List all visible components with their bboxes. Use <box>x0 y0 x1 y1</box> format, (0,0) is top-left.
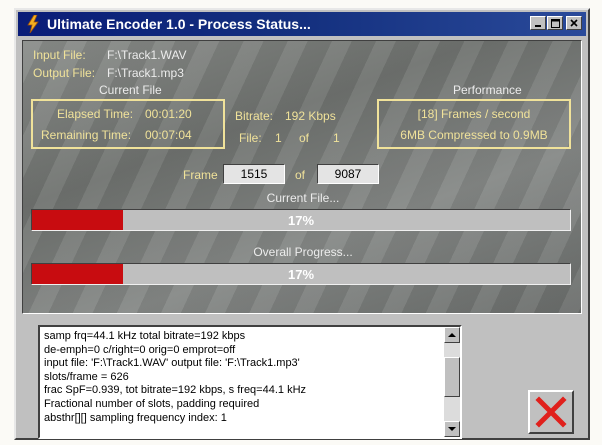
log-line: input file: 'F:\Track1.WAV' output file:… <box>44 357 300 370</box>
input-file-value: F:\Track1.WAV <box>107 48 187 62</box>
encoder-log[interactable]: samp frq=44.1 kHz total bitrate=192 kbps… <box>38 325 462 439</box>
current-file-progress-text: 17% <box>287 212 315 228</box>
window-close-button[interactable] <box>566 16 582 30</box>
stop-close-button[interactable] <box>528 390 574 434</box>
frames-per-second: [18] Frames / second <box>417 107 531 121</box>
log-line: samp frq=44.1 kHz total bitrate=192 kbps <box>44 330 246 342</box>
status-panel: Input File: F:\Track1.WAV Output File: F… <box>22 40 582 314</box>
log-line: frac SpF=0.939, tot bitrate=192 kbps, s … <box>44 384 307 397</box>
bitrate-label: Bitrate: <box>235 109 274 123</box>
file-count-label: File: <box>239 131 262 145</box>
window-close-icon <box>570 19 578 27</box>
overall-progress-bar: 17% <box>31 263 571 285</box>
title-buttons <box>530 16 582 30</box>
minimize-icon <box>535 25 541 27</box>
frame-current-field: 1515 <box>223 164 285 184</box>
frame-of-label: of <box>295 168 306 182</box>
output-file-value: F:\Track1.mp3 <box>107 66 184 80</box>
current-file-heading: Current File <box>99 83 162 97</box>
file-count-total: 1 <box>333 131 340 145</box>
log-line: Fractional number of slots, padding requ… <box>44 397 260 410</box>
time-box: Elapsed Time: 00:01:20 Remaining Time: 0… <box>31 99 225 149</box>
scroll-down-icon <box>448 427 456 431</box>
maximize-button[interactable] <box>547 16 563 30</box>
log-lines: samp frq=44.1 kHz total bitrate=192 kbps… <box>44 330 442 425</box>
remaining-time-value: 00:07:04 <box>145 128 192 142</box>
performance-box: [18] Frames / second 6MB Compressed to 0… <box>377 99 571 149</box>
minimize-button[interactable] <box>530 16 546 30</box>
output-file-label: Output File: <box>33 66 96 80</box>
frame-total-field: 9087 <box>317 164 379 184</box>
overall-progress-label: Overall Progress... <box>253 245 353 259</box>
current-file-progress-label: Current File... <box>266 191 340 205</box>
log-scrollbar[interactable] <box>444 327 460 437</box>
log-line: de-emph=0 c/right=0 orig=0 emprot=off <box>44 343 236 356</box>
elapsed-time-label: Elapsed Time: <box>57 107 134 121</box>
maximize-icon <box>550 18 560 28</box>
input-file-label: Input File: <box>33 48 86 62</box>
log-line: slots/frame = 626 <box>44 370 129 383</box>
app-lightning-icon <box>23 14 43 34</box>
current-file-progress-bar: 17% <box>31 209 571 231</box>
window-title: Ultimate Encoder 1.0 - Process Status... <box>47 16 311 32</box>
frame-total-value: 9087 <box>334 167 362 181</box>
encoder-window: Ultimate Encoder 1.0 - Process Status...… <box>14 8 590 440</box>
scroll-down-button[interactable] <box>444 421 460 437</box>
log-line: absthr[][] sampling frequency index: 1 <box>44 411 227 424</box>
title-bar[interactable]: Ultimate Encoder 1.0 - Process Status... <box>18 12 586 36</box>
scroll-up-button[interactable] <box>444 327 460 343</box>
file-count-current: 1 <box>275 131 282 145</box>
file-count-of: of <box>299 131 310 145</box>
red-x-icon <box>535 396 567 428</box>
overall-progress-text: 17% <box>287 266 315 282</box>
performance-heading: Performance <box>453 83 522 97</box>
frame-label: Frame <box>183 168 218 182</box>
bitrate-value: 192 Kbps <box>285 109 336 123</box>
remaining-time-label: Remaining Time: <box>41 128 132 142</box>
scroll-up-icon <box>448 333 456 337</box>
compression-info: 6MB Compressed to 0.9MB <box>400 128 548 142</box>
scroll-thumb[interactable] <box>444 357 460 397</box>
elapsed-time-value: 00:01:20 <box>145 107 192 121</box>
frame-current-value: 1515 <box>240 167 268 181</box>
